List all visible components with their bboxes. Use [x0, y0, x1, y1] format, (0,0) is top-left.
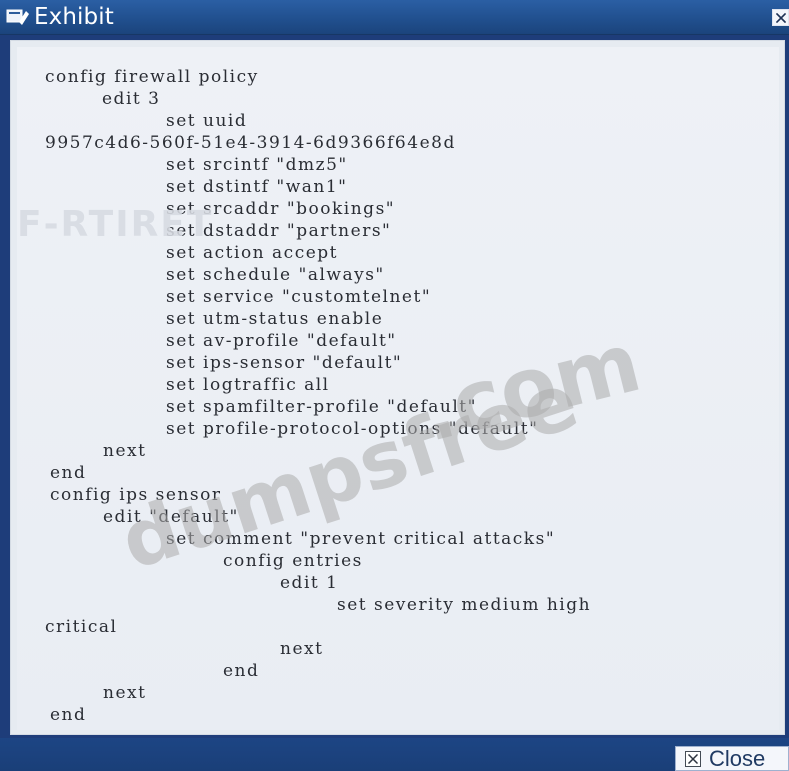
- terminal-line: set uuid: [166, 111, 248, 131]
- terminal-line: set dstintf "wan1": [166, 177, 348, 197]
- terminal-output: config firewall policy edit 3 set uuid 9…: [17, 47, 779, 730]
- config-display: F‑RTIRET config firewall policy edit 3 s…: [17, 47, 779, 730]
- exhibit-window: Exhibit F‑RTIRET config firewall policy …: [0, 0, 789, 771]
- title-bar: Exhibit: [0, 0, 789, 35]
- brand-watermark: F‑RTIRET: [17, 204, 214, 245]
- terminal-line: config entries: [223, 551, 363, 571]
- terminal-line: next: [103, 683, 147, 703]
- terminal-line: set ips-sensor "default": [166, 353, 403, 373]
- terminal-line: set profile-protocol-options "default": [166, 419, 539, 439]
- terminal-line: critical: [45, 617, 118, 637]
- terminal-line: 9957c4d6-560f-51e4-3914-6d9366f64e8d: [45, 133, 456, 153]
- terminal-line: config firewall policy: [45, 67, 259, 87]
- close-icon[interactable]: [772, 9, 789, 26]
- terminal-line: edit 1: [280, 573, 339, 593]
- terminal-line: set comment "prevent critical attacks": [166, 529, 556, 549]
- terminal-line: edit 3: [102, 89, 161, 109]
- close-button[interactable]: Close: [675, 746, 789, 771]
- terminal-line: set schedule "always": [166, 265, 385, 285]
- terminal-line: set utm-status enable: [166, 309, 384, 329]
- terminal-line: end: [223, 661, 260, 681]
- terminal-line: set spamfilter-profile "default": [166, 397, 477, 417]
- terminal-line: set srcintf "dmz5": [166, 155, 348, 175]
- terminal-line: set action accept: [166, 243, 338, 263]
- window-icon: [6, 7, 30, 27]
- dialog-footer: Close: [0, 738, 789, 771]
- terminal-line: end: [50, 463, 87, 483]
- terminal-line: end: [50, 705, 87, 725]
- close-icon: [685, 751, 701, 767]
- terminal-line: set logtraffic all: [166, 375, 330, 395]
- terminal-line: set severity medium high: [337, 595, 592, 615]
- window-title: Exhibit: [34, 4, 114, 30]
- exhibit-panel: F‑RTIRET config firewall policy edit 3 s…: [10, 40, 785, 735]
- close-label: Close: [709, 746, 766, 771]
- terminal-line: next: [280, 639, 324, 659]
- terminal-line: next: [103, 441, 147, 461]
- terminal-line: edit "default": [103, 507, 239, 527]
- terminal-line: set av-profile "default": [166, 331, 397, 351]
- terminal-line: config ips sensor: [50, 485, 222, 505]
- terminal-line: set service "customtelnet": [166, 287, 432, 307]
